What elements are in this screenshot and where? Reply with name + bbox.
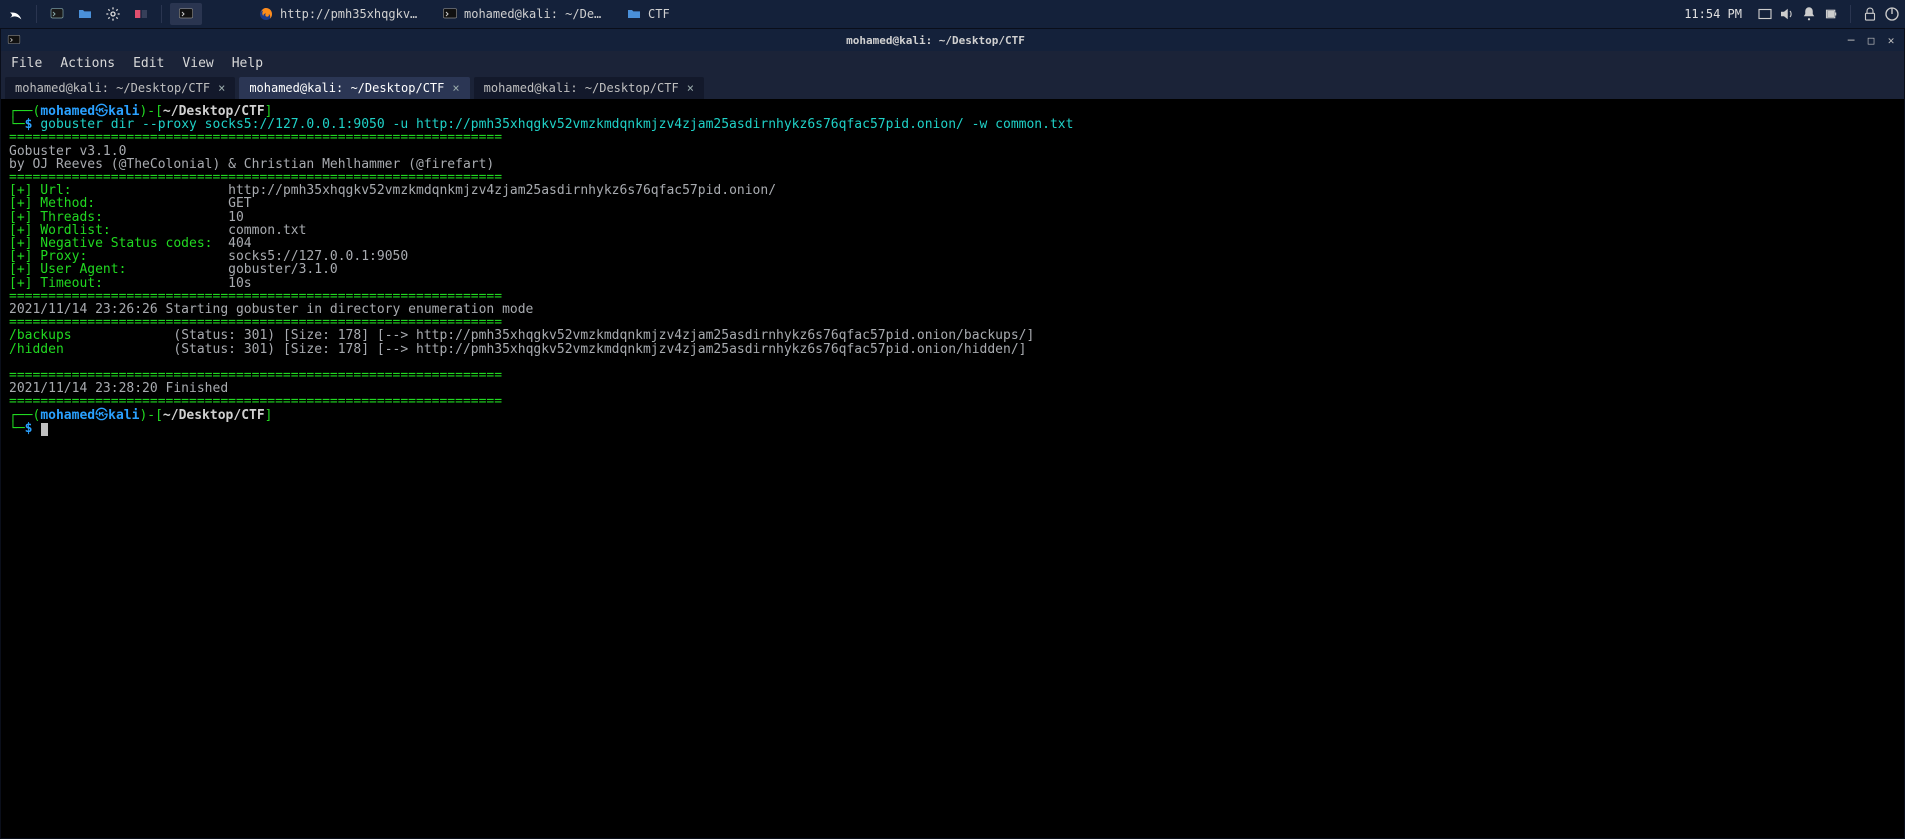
taskbar-item-firefox[interactable]: http://pmh35xhqgkv52v... [250,3,430,25]
power-icon[interactable] [1883,3,1901,25]
terminal-tab[interactable]: mohamed@kali: ~/Desktop/CTF × [239,77,469,99]
window-maximize-button[interactable]: □ [1864,33,1878,47]
settings-launcher-icon[interactable] [101,3,125,25]
terminal-tab-label: mohamed@kali: ~/Desktop/CTF [249,81,444,95]
workspace-tray-icon[interactable] [1756,3,1774,25]
window-close-button[interactable]: ✕ [1884,33,1898,47]
firefox-icon [258,6,274,22]
menu-file[interactable]: File [11,56,42,71]
taskbar-tray: 11:54 PM [1674,3,1901,25]
tab-close-icon[interactable]: × [218,81,225,95]
lock-icon[interactable] [1861,3,1879,25]
terminal-app-icon [7,33,21,47]
taskbar-item-files[interactable]: CTF [618,3,678,25]
desktop-taskbar: http://pmh35xhqgkv52v... mohamed@kali: ~… [0,0,1905,28]
terminal-viewport[interactable]: ┌──(mohamed㉿kali)-[~/Desktop/CTF]└─$ gob… [1,99,1904,838]
files-launcher-icon[interactable] [73,3,97,25]
menu-actions[interactable]: Actions [60,56,115,71]
taskbar-item-label: CTF [648,7,670,21]
menu-view[interactable]: View [182,56,213,71]
terminal-tabbar: mohamed@kali: ~/Desktop/CTF × mohamed@ka… [1,75,1904,99]
terminal-tab-label: mohamed@kali: ~/Desktop/CTF [15,81,210,95]
terminal-tab-label: mohamed@kali: ~/Desktop/CTF [484,81,679,95]
notification-icon[interactable] [1800,3,1818,25]
workspace-switcher-icon[interactable] [129,3,153,25]
menu-edit[interactable]: Edit [133,56,164,71]
taskbar-item-label: http://pmh35xhqgkv52v... [280,7,422,21]
window-titlebar[interactable]: mohamed@kali: ~/Desktop/CTF ─ □ ✕ [1,29,1904,51]
taskbar-item-terminal-active[interactable] [170,3,202,25]
tab-close-icon[interactable]: × [452,81,459,95]
terminal-tab[interactable]: mohamed@kali: ~/Desktop/CTF × [474,77,704,99]
window-menubar: File Actions Edit View Help [1,51,1904,75]
terminal-tab[interactable]: mohamed@kali: ~/Desktop/CTF × [5,77,235,99]
window-title: mohamed@kali: ~/Desktop/CTF [27,34,1844,47]
taskbar-clock[interactable]: 11:54 PM [1674,7,1752,21]
window-minimize-button[interactable]: ─ [1844,33,1858,47]
kali-menu-icon[interactable] [4,3,28,25]
terminal-window: mohamed@kali: ~/Desktop/CTF ─ □ ✕ File A… [0,28,1905,839]
folder-icon [626,6,642,22]
tab-close-icon[interactable]: × [687,81,694,95]
taskbar-launchers: http://pmh35xhqgkv52v... mohamed@kali: ~… [4,3,678,25]
terminal-icon [178,6,194,22]
menu-help[interactable]: Help [232,56,263,71]
terminal-launcher-icon[interactable] [45,3,69,25]
battery-icon[interactable] [1822,3,1840,25]
terminal-icon [442,6,458,22]
taskbar-item-terminal[interactable]: mohamed@kali: ~/Desk... [434,3,614,25]
volume-icon[interactable] [1778,3,1796,25]
taskbar-item-label: mohamed@kali: ~/Desk... [464,7,606,21]
